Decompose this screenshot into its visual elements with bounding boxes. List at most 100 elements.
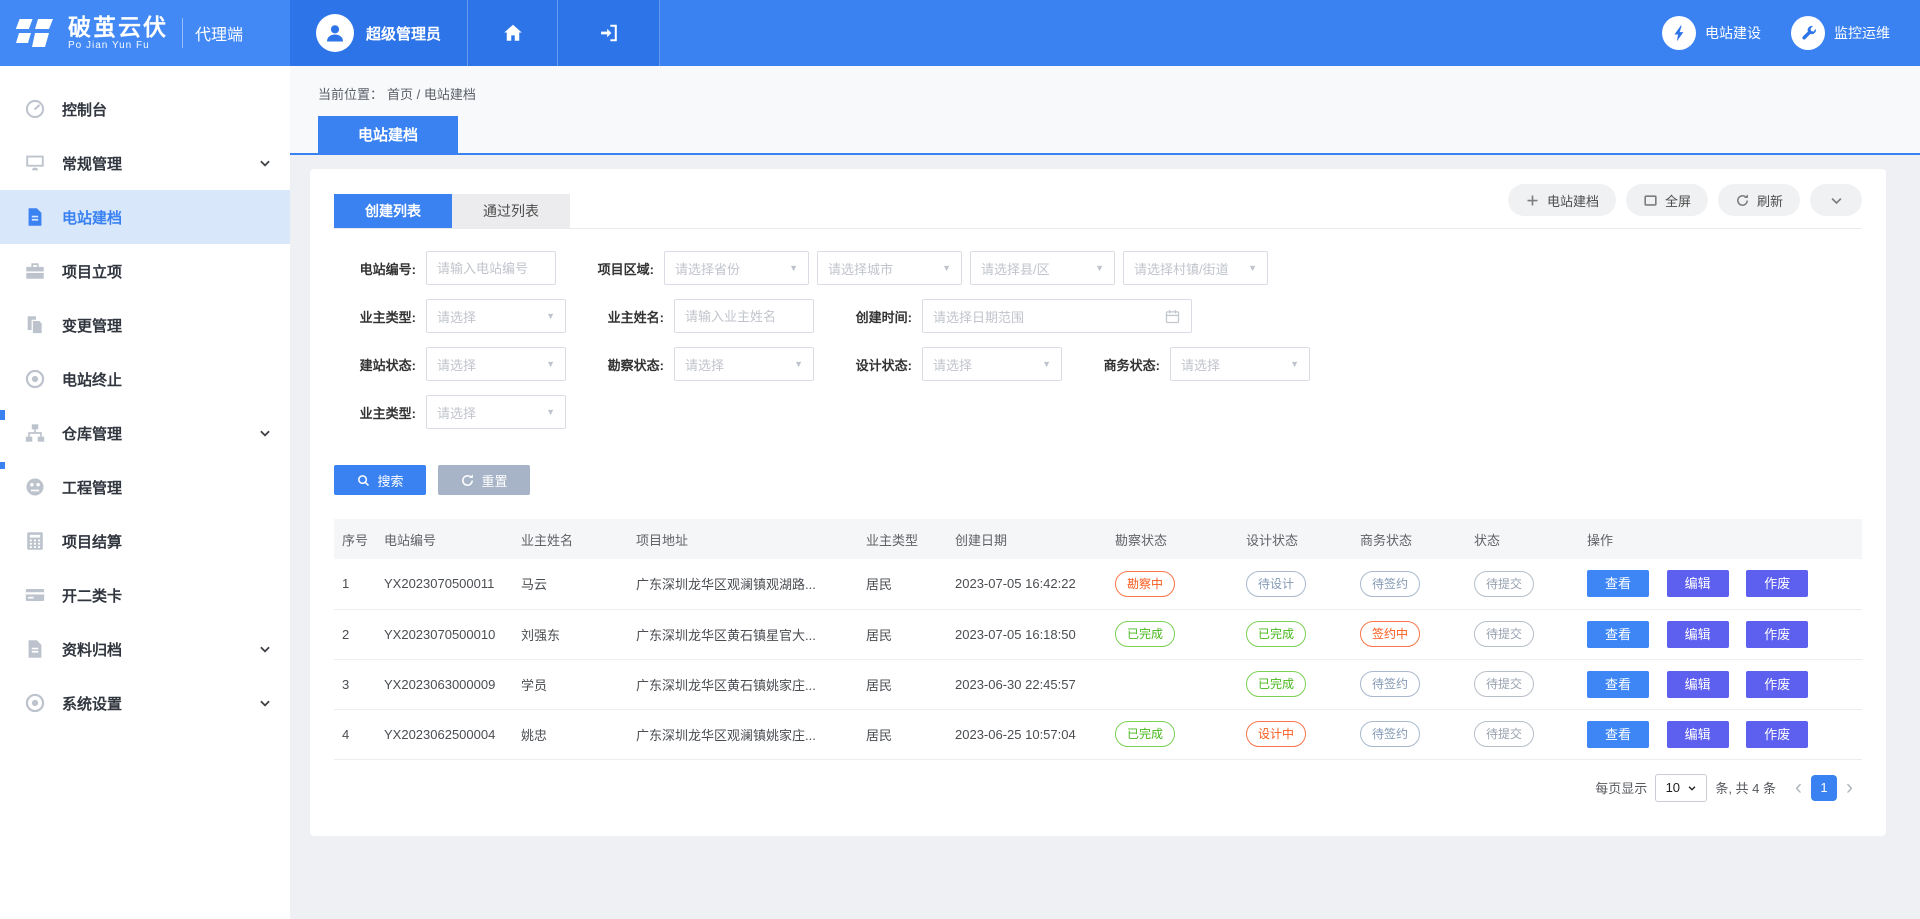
- select-arrow-icon: ▼: [794, 359, 803, 369]
- col-station-id: 电站编号: [376, 519, 513, 559]
- sidebar-item-general-management[interactable]: 常规管理: [0, 136, 290, 190]
- sidebar-item-station-archive[interactable]: 电站建档: [0, 190, 290, 244]
- select-arrow-icon: ▼: [1042, 359, 1051, 369]
- sidebar-item-label: 开二类卡: [62, 585, 122, 606]
- user-menu[interactable]: 超级管理员: [290, 0, 468, 66]
- filter-label: 勘察状态:: [582, 355, 664, 374]
- status-badge: 待签约: [1360, 671, 1420, 697]
- filter-survey-status: 勘察状态: 请选择▼: [582, 347, 814, 381]
- business-status-select[interactable]: 请选择▼: [1170, 347, 1310, 381]
- owner-name-input[interactable]: [674, 299, 814, 333]
- village-select[interactable]: 请选择村镇/街道▼: [1123, 251, 1268, 285]
- view-button[interactable]: 查看: [1587, 671, 1649, 698]
- sidebar-item-system-settings[interactable]: 系统设置: [0, 676, 290, 730]
- filter-station-id: 电站编号:: [334, 251, 556, 285]
- home-icon: [502, 22, 524, 44]
- top-zone: 当前位置： 首页 / 电站建档 电站建档: [290, 66, 1920, 155]
- table-header-row: 序号 电站编号 业主姓名 项目地址 业主类型 创建日期 勘察状态 设计状态 商务…: [334, 519, 1862, 559]
- county-select[interactable]: 请选择县/区▼: [970, 251, 1115, 285]
- filter-label: 建站状态:: [334, 355, 416, 374]
- wrench-icon: [1799, 24, 1818, 43]
- date-range-input[interactable]: 请选择日期范围: [922, 299, 1192, 333]
- nav-monitor-ops[interactable]: 监控运维: [1791, 0, 1890, 66]
- tab-passed-list[interactable]: 通过列表: [452, 194, 570, 228]
- sidebar-item-label: 资料归档: [62, 639, 122, 660]
- monitor-icon: [24, 152, 46, 174]
- prev-page-icon[interactable]: ‹: [1786, 777, 1811, 798]
- void-button[interactable]: 作废: [1746, 671, 1808, 698]
- briefcase-icon: [24, 260, 46, 282]
- next-page-icon[interactable]: ›: [1837, 777, 1862, 798]
- filter-row-1: 电站编号: 项目区域: 请选择省份▼ 请选择城市▼ 请选择县/区▼: [334, 251, 1862, 285]
- total-count-label: 条, 共 4 条: [1715, 778, 1776, 797]
- sidebar-item-data-archive[interactable]: 资料归档: [0, 622, 290, 676]
- chevron-down-icon: [1687, 783, 1697, 793]
- filter-business-status: 商务状态: 请选择▼: [1078, 347, 1310, 381]
- province-select[interactable]: 请选择省份▼: [664, 251, 809, 285]
- sidebar-item-second-class-card[interactable]: 开二类卡: [0, 568, 290, 622]
- edit-button[interactable]: 编辑: [1667, 621, 1729, 648]
- view-button[interactable]: 查看: [1587, 621, 1649, 648]
- sidebar-item-label: 项目结算: [62, 531, 122, 552]
- tab-underline: [290, 153, 1920, 155]
- void-button[interactable]: 作废: [1746, 570, 1808, 597]
- build-status-select[interactable]: 请选择▼: [426, 347, 566, 381]
- void-button[interactable]: 作废: [1746, 621, 1808, 648]
- gauge-icon: [24, 98, 46, 120]
- status-badge: 已完成: [1246, 621, 1306, 647]
- nav-station-construction[interactable]: 电站建设: [1662, 0, 1761, 66]
- tab-create-list[interactable]: 创建列表: [334, 194, 452, 228]
- survey-status-select[interactable]: 请选择▼: [674, 347, 814, 381]
- edit-button[interactable]: 编辑: [1667, 671, 1729, 698]
- view-button[interactable]: 查看: [1587, 570, 1649, 597]
- select-arrow-icon: ▼: [546, 407, 555, 417]
- col-owner-type: 业主类型: [858, 519, 947, 559]
- target-icon: [24, 368, 46, 390]
- edit-button[interactable]: 编辑: [1667, 721, 1729, 748]
- sidebar-item-label: 工程管理: [62, 477, 122, 498]
- owner-type-select[interactable]: 请选择▼: [426, 299, 566, 333]
- settings-icon: [24, 692, 46, 714]
- sidebar-item-console[interactable]: 控制台: [0, 82, 290, 136]
- owner-type-2-select[interactable]: 请选择▼: [426, 395, 566, 429]
- page-tab-station-archive[interactable]: 电站建档: [318, 116, 458, 153]
- sidebar-item-project-initiation[interactable]: 项目立项: [0, 244, 290, 298]
- avatar: [316, 14, 354, 52]
- home-button[interactable]: [468, 0, 558, 66]
- status-badge: 待签约: [1360, 721, 1420, 747]
- chevron-down-icon: [1829, 193, 1844, 208]
- edit-button[interactable]: 编辑: [1667, 570, 1729, 597]
- filter-owner-name: 业主姓名:: [582, 299, 814, 333]
- col-created: 创建日期: [947, 519, 1107, 559]
- per-page-select[interactable]: 10: [1655, 774, 1707, 802]
- collapse-toolbar-button[interactable]: [1810, 184, 1862, 216]
- empty-survey-cell: [1107, 659, 1238, 709]
- design-status-select[interactable]: 请选择▼: [922, 347, 1062, 381]
- search-button[interactable]: 搜索: [334, 465, 426, 495]
- sidebar-item-label: 项目立项: [62, 261, 122, 282]
- status-badge: 待提交: [1474, 571, 1534, 597]
- sidebar-item-station-termination[interactable]: 电站终止: [0, 352, 290, 406]
- reset-button[interactable]: 重置: [438, 465, 530, 495]
- page-number-button[interactable]: 1: [1811, 775, 1837, 801]
- sign-out-button[interactable]: [558, 0, 660, 66]
- void-button[interactable]: 作废: [1746, 721, 1808, 748]
- col-status: 状态: [1466, 519, 1579, 559]
- chevron-down-icon: [258, 696, 272, 710]
- city-select[interactable]: 请选择城市▼: [817, 251, 962, 285]
- view-button[interactable]: 查看: [1587, 721, 1649, 748]
- sidebar-item-label: 常规管理: [62, 153, 122, 174]
- sidebar-item-change-management[interactable]: 变更管理: [0, 298, 290, 352]
- create-station-button[interactable]: 电站建档: [1508, 184, 1616, 216]
- sidebar-item-project-settlement[interactable]: 项目结算: [0, 514, 290, 568]
- refresh-button[interactable]: 刷新: [1718, 184, 1800, 216]
- filter-region: 项目区域: 请选择省份▼ 请选择城市▼ 请选择县/区▼ 请选择村镇/街道▼: [572, 251, 1268, 285]
- select-arrow-icon: ▼: [546, 359, 555, 369]
- station-id-input[interactable]: [426, 251, 556, 285]
- sidebar-item-engineering-management[interactable]: 工程管理: [0, 460, 290, 514]
- sidebar-item-warehouse-management[interactable]: 仓库管理: [0, 406, 290, 460]
- filter-form: 电站编号: 项目区域: 请选择省份▼ 请选择城市▼ 请选择县/区▼: [334, 229, 1862, 495]
- col-owner: 业主姓名: [513, 519, 628, 559]
- fullscreen-button[interactable]: 全屏: [1626, 184, 1708, 216]
- filter-label: 项目区域:: [572, 259, 654, 278]
